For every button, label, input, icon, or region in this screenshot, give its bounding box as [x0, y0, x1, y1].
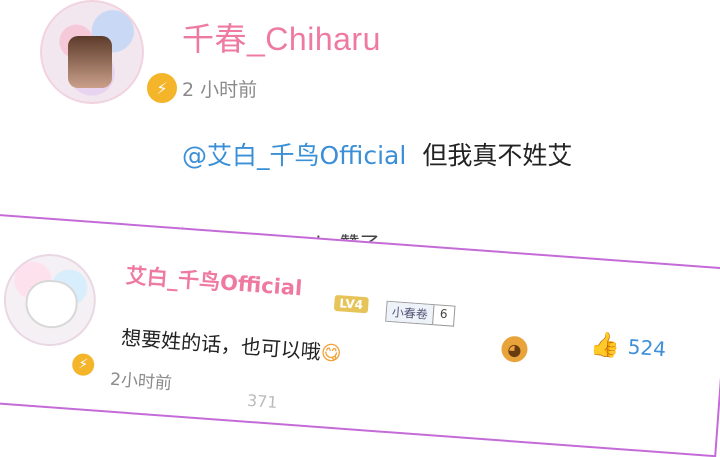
fan-medal-name: 小春卷 [386, 301, 435, 325]
comment-body: 但我真不姓艾 [422, 141, 573, 170]
comment-time: 2 小时前 [182, 79, 258, 101]
reply-text: 想要姓的话，也可以哦😋 [120, 321, 342, 366]
reply-time: 2小时前 [109, 369, 173, 395]
reply-username[interactable]: 艾白_千鸟Official [125, 260, 304, 303]
like-count: 524 [627, 334, 667, 362]
verified-lightning-icon: ⚡ [68, 349, 99, 380]
fan-medal-badge[interactable]: 小春卷 6 [385, 300, 456, 327]
yum-emoji: 😋 [319, 340, 343, 366]
highlighted-reply-card: ⚡ 艾白_千鸟Official LV4 小春卷 6 ◕ 想要姓的话，也可以哦😋 … [0, 214, 720, 457]
avatar-image [68, 36, 112, 88]
level-badge: LV4 [333, 294, 369, 314]
cat-avatar-image [23, 278, 80, 331]
comment-text: @艾白_千鸟Official 但我真不姓艾 [182, 136, 572, 172]
decorative-face-icon: ◕ [500, 335, 529, 364]
verified-lightning-icon: ⚡ [144, 70, 180, 106]
reply-avatar[interactable]: ⚡ [0, 250, 100, 380]
reply-body: 想要姓的话，也可以哦 [120, 325, 322, 364]
reply-footer-partial: 371 [246, 390, 279, 412]
thumbs-up-icon: 👍 [589, 329, 621, 360]
fan-medal-level: 6 [439, 306, 449, 322]
reply-like-button[interactable]: 👍 524 [589, 330, 667, 363]
mention-link[interactable]: @艾白_千鸟Official [182, 141, 406, 170]
comment-username[interactable]: 千春_Chiharu [182, 14, 381, 60]
user-avatar[interactable]: ⚡ [40, 0, 180, 106]
